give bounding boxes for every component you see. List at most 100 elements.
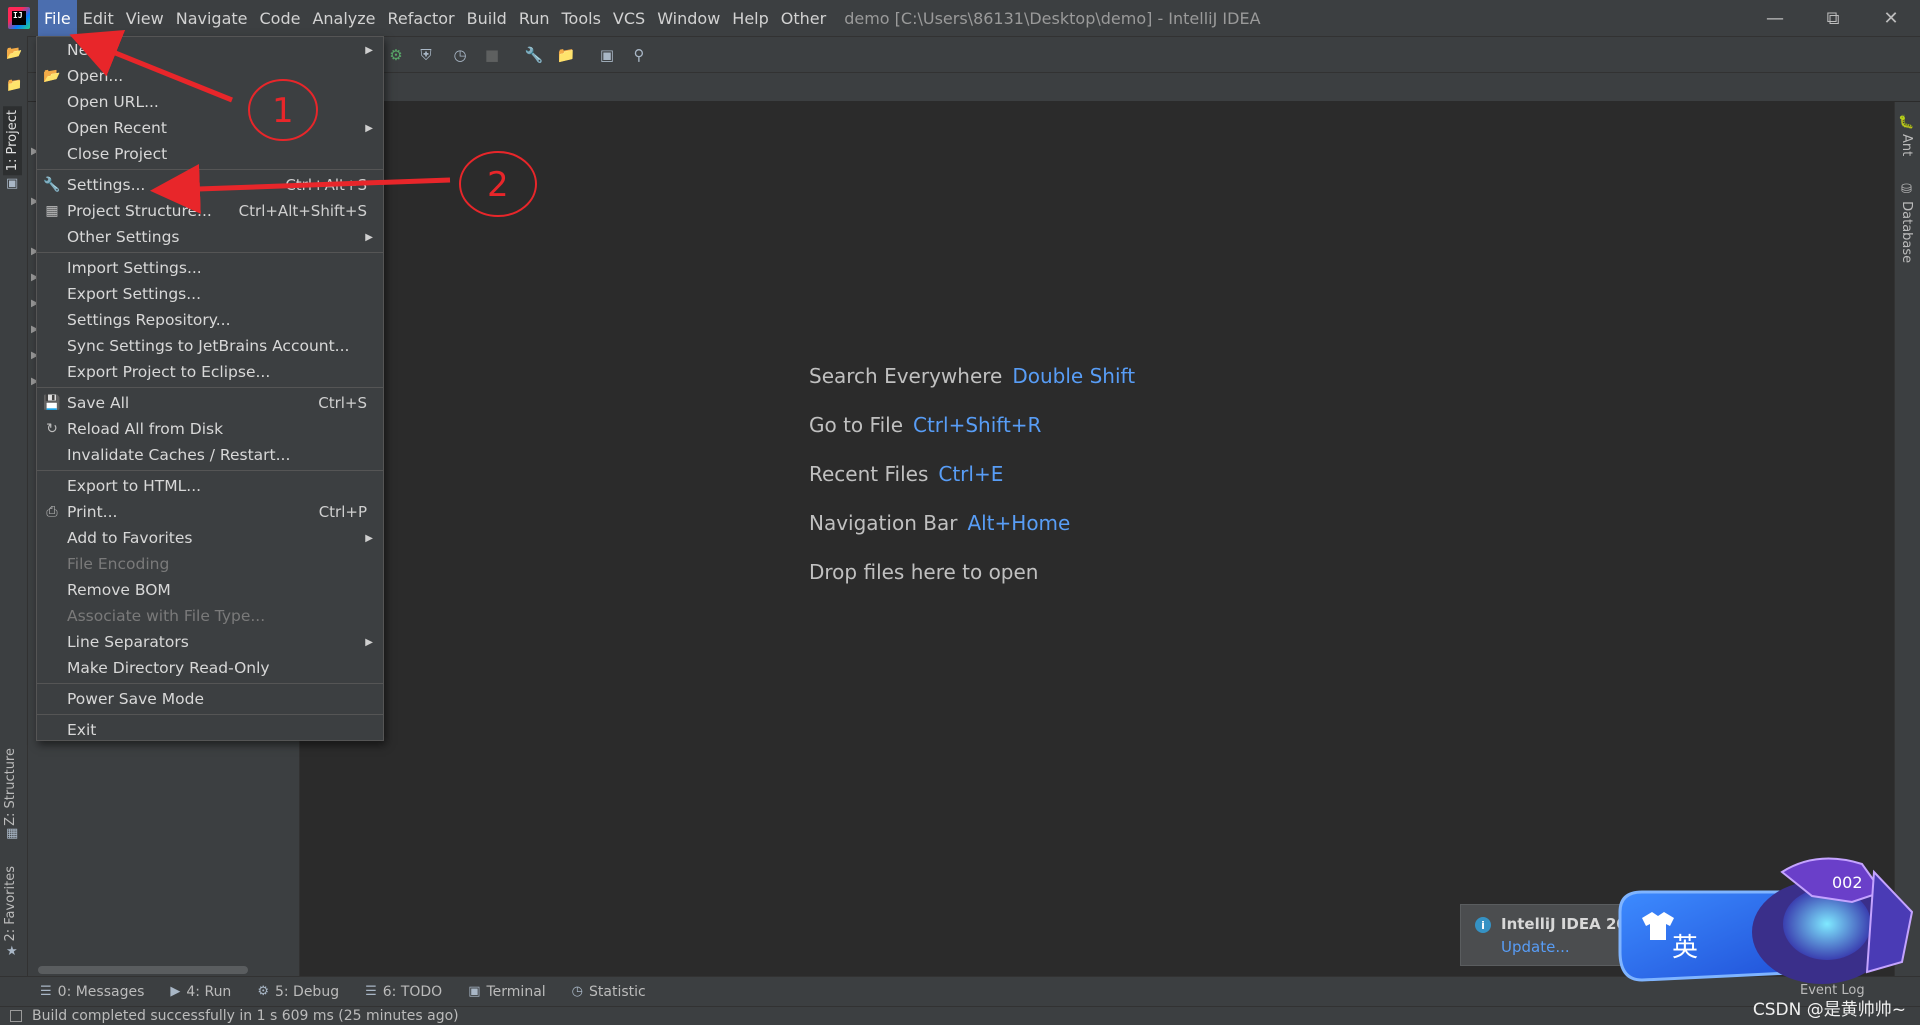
menu-code[interactable]: Code	[254, 0, 307, 36]
hint-drop-files: Drop files here to open	[809, 560, 1039, 584]
menu-item-power-save[interactable]: Power Save Mode	[37, 686, 383, 712]
menu-item-remove-bom[interactable]: Remove BOM	[37, 577, 383, 603]
tab-favorites[interactable]: 2: Favorites	[3, 866, 18, 942]
ime-mascot-widget[interactable]: 英 002	[1612, 852, 1920, 992]
csdn-watermark: CSDN @是黄帅帅~	[1752, 1000, 1906, 1020]
menu-build[interactable]: Build	[461, 0, 513, 36]
tab-run[interactable]: ▶ 4: Run	[170, 984, 231, 1000]
menu-window[interactable]: Window	[651, 0, 726, 36]
file-menu-dropdown: New ▶ 📂 Open... Open URL... Open Recent ▶ C…	[36, 36, 384, 741]
menu-item-line-separators[interactable]: Line Separators ▶	[37, 629, 383, 655]
project-structure-icon: ▦	[45, 203, 59, 219]
intellij-logo-icon: IJ	[8, 7, 30, 29]
debug-icon: ⚙	[257, 984, 269, 999]
menu-item-save-all[interactable]: 💾 Save All Ctrl+S	[37, 390, 383, 416]
menu-item-add-favorites[interactable]: Add to Favorites ▶	[37, 525, 383, 551]
editor-empty-area: Search Everywhere Double Shift Go to File…	[301, 102, 1894, 976]
reload-icon: ↻	[46, 421, 58, 437]
debug-icon[interactable]: ⚙	[386, 45, 406, 65]
menu-item-import-settings[interactable]: Import Settings...	[37, 255, 383, 281]
search-icon[interactable]: ⚲	[629, 45, 649, 65]
structure-icon: ▦	[6, 826, 19, 841]
hint-search-everywhere: Search Everywhere Double Shift	[809, 364, 1136, 388]
menu-bar: File Edit View Navigate Code Analyze Ref…	[38, 0, 832, 36]
menu-separator	[37, 252, 383, 253]
menu-item-export-settings[interactable]: Export Settings...	[37, 281, 383, 307]
terminal-toolbar-icon[interactable]: ▣	[597, 45, 617, 65]
project-folder-icon: ▣	[6, 176, 19, 191]
menu-file[interactable]: File	[38, 0, 77, 36]
submenu-arrow-icon: ▶	[365, 122, 373, 134]
profile-icon[interactable]: ◷	[450, 45, 470, 65]
open-folder-icon[interactable]: 📂	[6, 46, 22, 61]
horizontal-scrollbar[interactable]	[38, 966, 248, 974]
menu-item-exit[interactable]: Exit	[37, 717, 383, 743]
stop-icon[interactable]: ■	[482, 45, 502, 65]
window-controls: — ⧉ ✕	[1746, 0, 1920, 36]
menu-other[interactable]: Other	[775, 0, 832, 36]
menu-edit[interactable]: Edit	[77, 0, 120, 36]
project-structure-icon[interactable]: 📁	[556, 45, 576, 65]
menu-item-close-project[interactable]: Close Project	[37, 141, 383, 167]
tab-project[interactable]: 1: Project	[3, 106, 22, 176]
terminal-icon: ▣	[468, 984, 481, 999]
close-icon[interactable]: ✕	[1862, 0, 1920, 36]
info-icon: i	[1475, 917, 1491, 933]
menu-refactor[interactable]: Refactor	[382, 0, 461, 36]
menu-item-read-only[interactable]: Make Directory Read-Only	[37, 655, 383, 681]
menu-item-export-eclipse[interactable]: Export Project to Eclipse...	[37, 359, 383, 385]
update-link[interactable]: Update...	[1501, 938, 1570, 956]
menu-item-file-encoding: File Encoding	[67, 555, 170, 573]
menu-help[interactable]: Help	[726, 0, 774, 36]
menu-item-export-html[interactable]: Export to HTML...	[37, 473, 383, 499]
tab-database[interactable]: ⛁ Database	[1899, 182, 1914, 263]
wrench-icon: 🔧	[43, 177, 61, 193]
submenu-arrow-icon: ▶	[365, 636, 373, 648]
menu-item-project-structure[interactable]: ▦ Project Structure... Ctrl+Alt+Shift+S	[37, 198, 383, 224]
menu-vcs[interactable]: VCS	[607, 0, 651, 36]
menu-item-settings-repository[interactable]: Settings Repository...	[37, 307, 383, 333]
tab-todo[interactable]: ☰ 6: TODO	[365, 984, 442, 1000]
menu-item-invalidate-caches[interactable]: Invalidate Caches / Restart...	[37, 442, 383, 468]
menu-item-print[interactable]: ⎙ Print... Ctrl+P	[37, 499, 383, 525]
menu-view[interactable]: View	[120, 0, 170, 36]
tab-ant[interactable]: 🐛 Ant	[1899, 114, 1914, 156]
folder-icon[interactable]: 📁	[6, 78, 22, 93]
menu-analyze[interactable]: Analyze	[306, 0, 381, 36]
menu-item-sync-settings[interactable]: Sync Settings to JetBrains Account...	[37, 333, 383, 359]
tab-statistic[interactable]: ◷ Statistic	[572, 984, 646, 1000]
menu-item-other-settings[interactable]: Other Settings ▶	[37, 224, 383, 250]
todo-icon: ☰	[365, 984, 377, 999]
status-message: Build completed successfully in 1 s 609 …	[32, 1008, 459, 1024]
tab-structure[interactable]: Z: Structure	[3, 748, 18, 826]
star-icon: ★	[6, 944, 18, 959]
menu-item-reload[interactable]: ↻ Reload All from Disk	[37, 416, 383, 442]
submenu-arrow-icon: ▶	[365, 532, 373, 544]
tool-windows-toggle-icon[interactable]	[10, 1010, 22, 1022]
tab-messages[interactable]: ☰ 0: Messages	[40, 984, 144, 1000]
restore-icon[interactable]: ⧉	[1804, 0, 1862, 36]
menu-separator	[37, 470, 383, 471]
menu-item-settings[interactable]: 🔧 Settings... Ctrl+Alt+S	[37, 172, 383, 198]
menu-tools[interactable]: Tools	[556, 0, 607, 36]
window-title: demo [C:\Users\86131\Desktop\demo] - Int…	[844, 8, 1261, 28]
mascot-badge: 002	[1832, 873, 1863, 892]
statistic-icon: ◷	[571, 984, 584, 999]
menu-item-open-url[interactable]: Open URL...	[37, 89, 383, 115]
run-with-coverage-icon[interactable]: ⛨	[416, 45, 436, 65]
submenu-arrow-icon: ▶	[365, 231, 373, 243]
wrench-icon[interactable]: 🔧	[524, 45, 544, 65]
menu-item-open[interactable]: 📂 Open...	[37, 63, 383, 89]
menu-navigate[interactable]: Navigate	[170, 0, 254, 36]
menu-separator	[37, 387, 383, 388]
tab-debug[interactable]: ⚙ 5: Debug	[257, 984, 339, 1000]
menu-item-open-recent[interactable]: Open Recent ▶	[37, 115, 383, 141]
messages-icon: ☰	[40, 984, 52, 999]
tab-terminal[interactable]: ▣ Terminal	[468, 984, 545, 1000]
minimize-icon[interactable]: —	[1746, 0, 1804, 36]
menu-run[interactable]: Run	[513, 0, 556, 36]
menu-item-new[interactable]: New ▶	[37, 37, 383, 63]
menu-separator	[37, 714, 383, 715]
title-bar: IJ File Edit View Navigate Code Analyze …	[0, 0, 1920, 36]
editor-hints: Search Everywhere Double Shift Go to File…	[809, 364, 1135, 609]
